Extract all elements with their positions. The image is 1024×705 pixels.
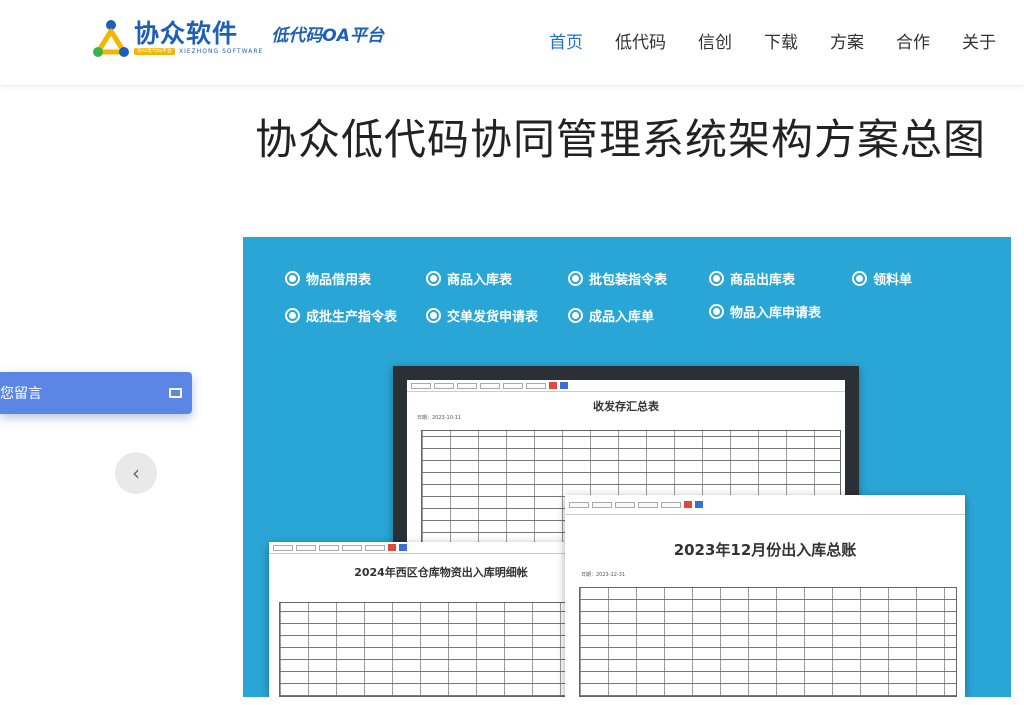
- detail-ledger-table: [279, 602, 575, 697]
- main-nav: 首页 低代码 信创 下载 方案 合作 关于: [549, 28, 996, 53]
- banner-item-label: 物品入库申请表: [730, 306, 822, 321]
- radio-icon: [709, 271, 724, 286]
- solution-banner: 物品借用表 商品入库表 批包装指令表 商品出库表 领料单 成批生产指令表 交单发…: [243, 237, 1011, 697]
- total-ledger-table: [579, 587, 957, 697]
- radio-icon: [285, 271, 300, 286]
- total-ledger-date: 日期：2023-12-31: [581, 572, 626, 578]
- radio-icon: [426, 271, 441, 286]
- nav-item-home[interactable]: 首页: [549, 28, 583, 53]
- radio-icon: [852, 271, 867, 286]
- banner-item-label: 交单发货申请表: [447, 310, 539, 325]
- logo-mark-icon: [92, 18, 130, 58]
- banner-item-label: 领料单: [873, 273, 913, 288]
- radio-icon: [568, 271, 583, 286]
- nav-item-solutions[interactable]: 方案: [830, 28, 864, 53]
- summary-sheet-title: 收发存汇总表: [593, 400, 659, 413]
- brand-sub-badge: 协众低代码平台: [134, 48, 176, 55]
- banner-item-packing[interactable]: 批包装指令表: [568, 269, 667, 288]
- brand-sub-en: XIEZHONG SOFTWARE: [179, 47, 264, 55]
- banner-item-label: 商品出库表: [730, 273, 796, 288]
- brand-tagline: 低代码OA平台: [271, 25, 384, 46]
- total-ledger-sheet: 2023年12月份出入库总账 日期：2023-12-31: [565, 495, 965, 697]
- nav-item-partners[interactable]: 合作: [896, 28, 930, 53]
- summary-sheet-date: 日期：2023-10-11: [417, 415, 462, 421]
- banner-item-label: 物品借用表: [306, 273, 372, 288]
- feedback-label: 您留言: [0, 386, 42, 402]
- banner-item-label: 成品入库单: [589, 310, 655, 325]
- banner-item-production[interactable]: 成批生产指令表: [285, 306, 397, 325]
- nav-item-xinchuang[interactable]: 信创: [698, 28, 732, 53]
- nav-item-download[interactable]: 下载: [764, 28, 798, 53]
- banner-item-borrow[interactable]: 物品借用表: [285, 269, 371, 288]
- feedback-tab[interactable]: 您留言: [0, 372, 192, 414]
- banner-item-finished-in[interactable]: 成品入库单: [568, 306, 654, 325]
- banner-item-goods-out[interactable]: 商品出库表: [709, 269, 795, 288]
- site-header: 协众软件 协众低代码平台 XIEZHONG SOFTWARE 低代码OA平台 首…: [0, 0, 1024, 86]
- nav-item-lowcode[interactable]: 低代码: [615, 28, 666, 53]
- banner-item-label: 批包装指令表: [589, 273, 668, 288]
- nav-item-about[interactable]: 关于: [962, 28, 996, 53]
- banner-item-label: 成批生产指令表: [306, 310, 398, 325]
- window-icon: [169, 388, 182, 398]
- banner-item-goods-in[interactable]: 商品入库表: [426, 269, 512, 288]
- banner-item-stock-in-request[interactable]: 物品入库申请表: [709, 302, 821, 321]
- carousel-prev-button[interactable]: ‹: [115, 452, 157, 494]
- detail-ledger-sheet: 2024年西区仓库物资出入库明细帐: [269, 542, 613, 697]
- radio-icon: [568, 308, 583, 323]
- page-title: 协众低代码协同管理系统架构方案总图: [255, 115, 987, 164]
- sheet-toolbar: [407, 380, 845, 392]
- radio-icon: [426, 308, 441, 323]
- logo[interactable]: 协众软件 协众低代码平台 XIEZHONG SOFTWARE 低代码OA平台: [92, 18, 384, 58]
- total-ledger-title: 2023年12月份出入库总账: [673, 541, 857, 559]
- banner-item-material[interactable]: 领料单: [852, 269, 912, 288]
- banner-item-delivery[interactable]: 交单发货申请表: [426, 306, 538, 325]
- detail-ledger-title: 2024年西区仓库物资出入库明细帐: [354, 566, 528, 579]
- banner-item-label: 商品入库表: [447, 273, 513, 288]
- radio-icon: [285, 308, 300, 323]
- radio-icon: [709, 304, 724, 319]
- brand-name: 协众软件: [134, 19, 239, 48]
